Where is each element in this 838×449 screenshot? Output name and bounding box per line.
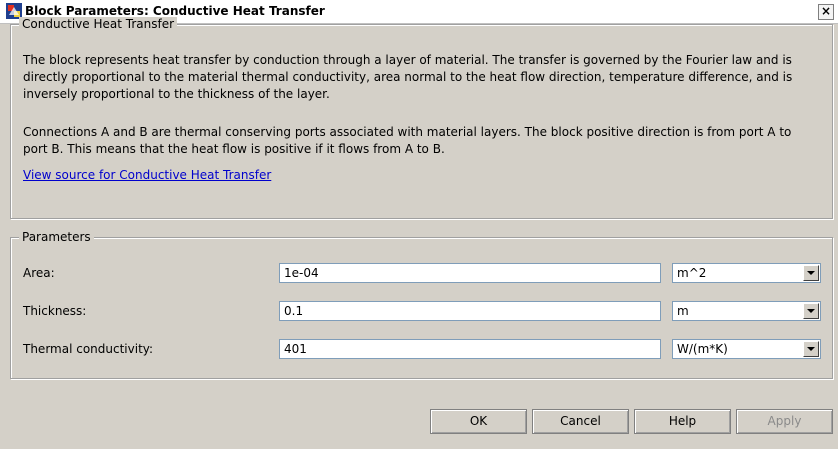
- thickness-input[interactable]: [279, 301, 661, 321]
- cancel-button[interactable]: Cancel: [532, 409, 629, 434]
- chevron-down-icon[interactable]: [803, 303, 819, 319]
- thermal-conductivity-unit-value: W/(m*K): [677, 342, 728, 356]
- thickness-unit-value: m: [677, 304, 689, 318]
- area-unit-select[interactable]: m^2: [672, 263, 821, 283]
- description-group-legend: Conductive Heat Transfer: [19, 17, 178, 31]
- description-line: directly proportional to the material th…: [23, 70, 793, 84]
- dialog-body: Conductive Heat Transfer The block repre…: [0, 17, 838, 449]
- ok-button[interactable]: OK: [430, 409, 527, 434]
- area-label: Area:: [23, 266, 55, 280]
- parameters-group: Parameters Area: m^2 Thickness: m Therma…: [10, 230, 833, 379]
- block-parameters-dialog: Block Parameters: Conductive Heat Transf…: [0, 0, 838, 449]
- parameters-group-legend: Parameters: [19, 230, 94, 244]
- description-line: inversely proportional to the thickness …: [23, 87, 330, 101]
- chevron-down-icon[interactable]: [803, 265, 819, 281]
- description-line: Connections A and B are thermal conservi…: [23, 125, 792, 139]
- description-line: The block represents heat transfer by co…: [23, 53, 792, 67]
- close-button[interactable]: ×: [818, 4, 834, 20]
- thickness-label: Thickness:: [23, 304, 87, 318]
- chevron-down-icon[interactable]: [803, 341, 819, 357]
- description-line: port B. This means that the heat flow is…: [23, 142, 445, 156]
- view-source-link[interactable]: View source for Conductive Heat Transfer: [23, 168, 271, 182]
- description-paragraph-1: The block represents heat transfer by co…: [23, 52, 792, 103]
- area-input[interactable]: [279, 263, 661, 283]
- description-group: Conductive Heat Transfer The block repre…: [10, 17, 833, 219]
- window-title: Block Parameters: Conductive Heat Transf…: [25, 4, 325, 18]
- thermal-conductivity-input[interactable]: [279, 339, 661, 359]
- description-paragraph-2: Connections A and B are thermal conservi…: [23, 124, 791, 158]
- area-unit-value: m^2: [677, 266, 707, 280]
- help-button[interactable]: Help: [634, 409, 731, 434]
- thermal-conductivity-label: Thermal conductivity:: [23, 342, 154, 356]
- thermal-conductivity-unit-select[interactable]: W/(m*K): [672, 339, 821, 359]
- apply-button[interactable]: Apply: [736, 409, 833, 434]
- thickness-unit-select[interactable]: m: [672, 301, 821, 321]
